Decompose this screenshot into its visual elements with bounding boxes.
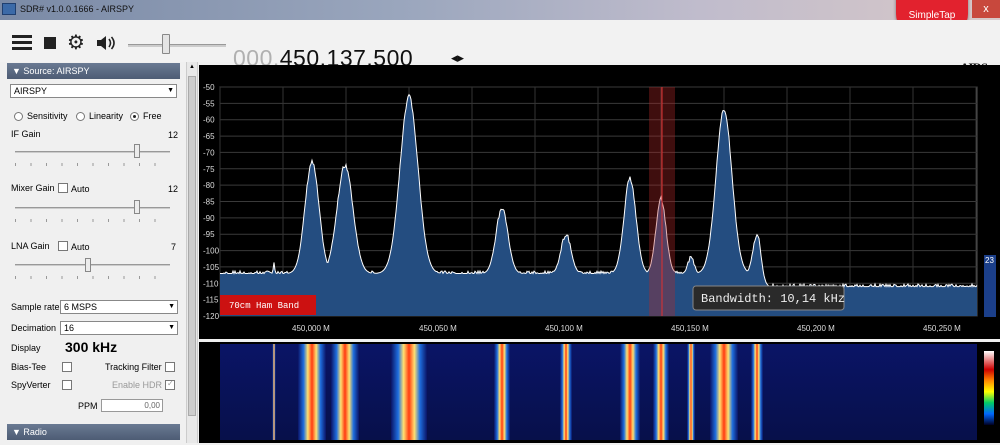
x-tick-label: 450,100 M [545, 324, 583, 333]
y-tick-label: -115 [203, 296, 219, 305]
y-tick-label: -110 [203, 279, 219, 288]
mixer-gain-slider[interactable] [15, 207, 170, 209]
mixer-gain-value: 12 [168, 184, 179, 194]
waterfall-signal-band [494, 344, 510, 440]
mode-label-sensitivity: Sensitivity [27, 111, 68, 121]
band-label: 70cm Ham Band [229, 301, 299, 311]
bias-tee-label: Bias-Tee [11, 362, 47, 372]
level-value: 23 [985, 256, 994, 265]
mixer-gain-label: Mixer Gain [11, 183, 55, 193]
bandwidth-tooltip-text: Bandwidth: 10,14 kHz [701, 292, 845, 306]
toolbar: ⚙ 000.450.137.500 ◂▸ AIRS [0, 20, 1000, 75]
y-tick-label: -65 [203, 132, 215, 141]
display-label: Display [11, 343, 41, 353]
waterfall-signal-band [331, 344, 359, 440]
mixer-auto-label: Auto [71, 184, 90, 194]
window-title: SDR# v1.0.0.1666 - AIRSPY [20, 4, 135, 14]
mode-label-linearity: Linearity [89, 111, 124, 121]
mixer-auto-checkbox[interactable] [58, 183, 68, 193]
device-select[interactable]: AIRSPY ▼ [10, 84, 177, 98]
mode-radio-sensitivity[interactable] [14, 112, 23, 121]
mixer-gain-slider-thumb[interactable] [134, 200, 140, 214]
if-gain-ticks [15, 163, 170, 166]
waterfall-signal-band [391, 344, 427, 440]
spyverter-label: SpyVerter [11, 380, 51, 390]
y-tick-label: -80 [203, 181, 215, 190]
bias-tee-checkbox[interactable] [62, 362, 72, 372]
lna-gain-ticks [15, 276, 170, 279]
mode-label-free: Free [143, 111, 162, 121]
ppm-label: PPM [78, 401, 98, 411]
mode-radio-free[interactable] [130, 112, 139, 121]
waterfall-signal-band [710, 344, 738, 440]
source-panel-header[interactable]: ▼ Source: AIRSPY [7, 63, 180, 79]
spectrum-plot[interactable]: -50 -55 -60 -65 -70 -75 -80 -85 -90 -95 -100 -105 -1… [199, 65, 1000, 339]
waterfall-color-scale [984, 351, 994, 425]
x-tick-label: 450,000 M [292, 324, 330, 333]
y-tick-label: -105 [203, 263, 220, 272]
waterfall-plot[interactable] [199, 342, 1000, 443]
gear-icon[interactable]: ⚙ [67, 33, 87, 53]
display-bandwidth-value: 300 kHz [65, 339, 118, 355]
volume-slider[interactable] [128, 44, 226, 47]
lna-gain-label: LNA Gain [11, 241, 50, 251]
waterfall-signal-band [620, 344, 640, 440]
if-gain-slider[interactable] [15, 151, 170, 153]
enable-hdr-label: Enable HDR [112, 380, 163, 390]
lna-auto-label: Auto [71, 242, 90, 252]
y-tick-label: -120 [203, 312, 220, 321]
x-tick-label: 450,200 M [797, 324, 835, 333]
mixer-gain-ticks [15, 219, 170, 222]
lna-gain-slider[interactable] [15, 264, 170, 266]
waterfall-signal-band [687, 344, 695, 440]
sample-rate-label: Sample rate [11, 302, 60, 312]
waterfall-signal-band [272, 344, 276, 440]
spectrum-analyzer[interactable]: -50 -55 -60 -65 -70 -75 -80 -85 -90 -95 -100 -105 -1… [199, 65, 1000, 339]
radio-panel-header[interactable]: ▼ Radio [7, 424, 180, 440]
y-tick-label: -90 [203, 214, 215, 223]
tracking-filter-checkbox[interactable] [165, 362, 175, 372]
frequency-step-arrows[interactable]: ◂▸ [451, 50, 464, 66]
y-tick-label: -85 [203, 198, 215, 207]
menu-icon[interactable] [12, 35, 32, 50]
decimation-label: Decimation [11, 323, 57, 333]
x-tick-label: 450,150 M [671, 324, 709, 333]
ppm-input[interactable]: 0,00 [101, 399, 163, 412]
if-gain-value: 12 [168, 130, 179, 140]
y-tick-label: -75 [203, 165, 215, 174]
waterfall-signal-band [653, 344, 669, 440]
waterfall-signal-band [751, 344, 763, 440]
x-tick-label: 450,050 M [419, 324, 457, 333]
sidebar: ▼ Source: AIRSPY AIRSPY ▼ Sensitivity Lin… [0, 62, 198, 443]
app-icon [2, 3, 16, 15]
volume-slider-thumb[interactable] [162, 34, 170, 54]
sidebar-scrollbar[interactable]: ▲ [186, 62, 197, 443]
if-gain-slider-thumb[interactable] [134, 144, 140, 158]
y-tick-label: -70 [203, 148, 215, 157]
lna-auto-checkbox[interactable] [58, 241, 68, 251]
y-tick-label: -50 [203, 83, 215, 92]
enable-hdr-checkbox[interactable] [165, 379, 175, 390]
waterfall-display[interactable] [199, 342, 1000, 443]
title-bar: SDR# v1.0.0.1666 - AIRSPY [0, 0, 1000, 20]
decimation-select[interactable]: 16 ▼ [60, 321, 178, 335]
close-button[interactable]: x [972, 0, 1000, 18]
speaker-icon[interactable] [95, 33, 117, 53]
if-gain-label: IF Gain [11, 129, 41, 139]
stop-icon[interactable] [44, 37, 56, 49]
x-tick-label: 450,250 M [923, 324, 961, 333]
spyverter-checkbox[interactable] [62, 380, 72, 390]
lna-gain-slider-thumb[interactable] [85, 258, 91, 272]
y-tick-label: -60 [203, 116, 215, 125]
y-tick-label: -100 [203, 247, 220, 256]
mode-radio-linearity[interactable] [76, 112, 85, 121]
sample-rate-select[interactable]: 6 MSPS ▼ [60, 300, 178, 314]
waterfall-signal-band [560, 344, 572, 440]
y-tick-label: -95 [203, 230, 215, 239]
waterfall-signal-band [298, 344, 326, 440]
tracking-filter-label: Tracking Filter [105, 362, 162, 372]
lna-gain-value: 7 [171, 242, 177, 252]
y-tick-label: -55 [203, 99, 215, 108]
